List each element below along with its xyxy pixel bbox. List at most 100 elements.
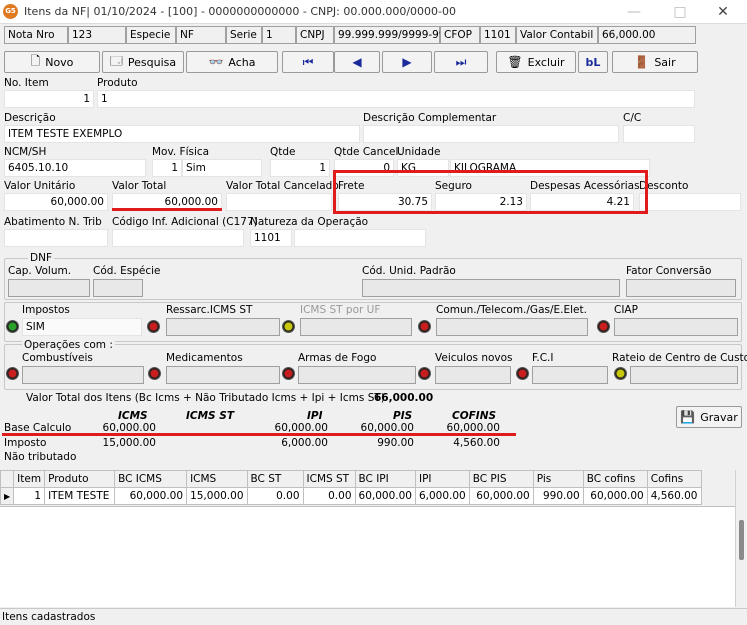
icms-header: ICMS [118, 410, 148, 422]
window-title: Itens da NF| 01/10/2024 - [100] - 000000… [24, 5, 456, 18]
last-record-button[interactable]: ⏭ [434, 51, 488, 73]
cod-unid-padrao-field[interactable] [362, 279, 620, 297]
rateio-label: Rateio de Centro de Custo [612, 352, 747, 364]
comun-telecom-field [436, 318, 588, 336]
desc-compl-label: Descrição Complementar [363, 112, 497, 124]
cod-inf-field[interactable] [112, 229, 244, 247]
impostos-field: SIM [22, 318, 142, 336]
valor-unitario-field[interactable]: 60,000.00 [4, 193, 108, 211]
cell-bc-pis[interactable]: 60,000.00 [468, 487, 534, 505]
cnpj-label: CNPJ [296, 26, 334, 44]
bl-button[interactable]: bL [578, 51, 608, 73]
valor-total-itens-value: 66,000.00 [374, 392, 434, 404]
cell-icms[interactable]: 15,000.00 [186, 487, 248, 505]
cell-produto[interactable]: ITEM TESTE [44, 487, 116, 505]
medicamentos-status-icon[interactable] [148, 367, 161, 380]
cell-cofins[interactable]: 4,560.00 [646, 487, 702, 505]
fator-conversao-field[interactable] [626, 279, 736, 297]
cell-pis[interactable]: 990.00 [532, 487, 584, 505]
valor-total-cancelado-field[interactable] [226, 193, 332, 211]
col-bc-ipi[interactable]: BC IPI [354, 470, 416, 488]
items-grid[interactable]: Item Produto BC ICMS ICMS BC ST ICMS ST … [0, 470, 702, 505]
armas-field [298, 366, 416, 384]
mov-fisica-code[interactable]: 1 [152, 159, 182, 177]
excluir-button[interactable]: 🗑 Excluir [496, 51, 576, 73]
col-icms[interactable]: ICMS [186, 470, 248, 488]
close-button[interactable]: ✕ [703, 2, 743, 22]
nota-label: Nota Nro [4, 26, 68, 44]
imposto-icms: 15,000.00 [102, 437, 156, 449]
especie-label: Especie [126, 26, 176, 44]
cell-bc-ipi[interactable]: 60,000.00 [354, 487, 416, 505]
combustiveis-status-icon[interactable] [6, 367, 19, 380]
comun-telecom-status-icon[interactable] [418, 320, 431, 333]
desconto-field[interactable] [639, 193, 741, 211]
cod-unid-padrao-label: Cód. Unid. Padrão [362, 265, 456, 277]
col-bc-st[interactable]: BC ST [246, 470, 304, 488]
col-ipi[interactable]: IPI [414, 470, 470, 488]
col-icms-st[interactable]: ICMS ST [302, 470, 356, 488]
col-produto[interactable]: Produto [44, 470, 116, 488]
cod-especie-label: Cód. Espécie [93, 265, 161, 277]
combustiveis-label: Combustíveis [22, 352, 93, 364]
cofins-header: COFINS [452, 410, 497, 422]
grid-indicator-header [0, 470, 15, 488]
cell-icms-st[interactable]: 0.00 [302, 487, 356, 505]
qtde-cancel-label: Qtde Cancel. [334, 146, 402, 158]
binoculars-icon: 👓 [208, 55, 224, 69]
cc-field[interactable] [623, 125, 695, 143]
rateio-status-icon[interactable] [614, 367, 627, 380]
cod-especie-field[interactable] [93, 279, 143, 297]
col-item[interactable]: Item [13, 470, 46, 488]
previous-record-button[interactable]: ◀ [334, 51, 380, 73]
fci-status-icon[interactable] [516, 367, 529, 380]
grid-empty-area [0, 506, 735, 607]
no-item-field[interactable]: 1 [4, 90, 94, 108]
first-record-button[interactable]: ⏮ [282, 51, 334, 73]
abatimento-field[interactable] [4, 229, 108, 247]
ressarc-status-icon[interactable] [147, 320, 160, 333]
cell-bc-icms[interactable]: 60,000.00 [114, 487, 188, 505]
col-bc-cofins[interactable]: BC cofins [582, 470, 648, 488]
cap-volum-field[interactable] [8, 279, 90, 297]
next-record-button[interactable]: ▶ [382, 51, 432, 73]
col-cofins[interactable]: Cofins [646, 470, 702, 488]
col-bc-pis[interactable]: BC PIS [468, 470, 534, 488]
scrollbar-thumb[interactable] [739, 520, 744, 560]
especie-value: NF [176, 26, 226, 44]
col-pis[interactable]: Pis [532, 470, 584, 488]
cell-bc-cofins[interactable]: 60,000.00 [582, 487, 648, 505]
novo-button[interactable]: 🗋 Novo [4, 51, 100, 73]
no-item-label: No. Item [4, 77, 49, 89]
qtde-field[interactable]: 1 [270, 159, 330, 177]
pesquisa-label: Pesquisa [127, 55, 177, 69]
icms-st-uf-status-icon[interactable] [282, 320, 295, 333]
valor-total-cancelado-label: Valor Total Cancelado [226, 180, 339, 192]
acha-button[interactable]: 👓 Acha [186, 51, 278, 73]
cell-bc-st[interactable]: 0.00 [246, 487, 304, 505]
armas-status-icon[interactable] [282, 367, 295, 380]
desc-compl-field[interactable] [363, 125, 619, 143]
col-bc-icms[interactable]: BC ICMS [114, 470, 188, 488]
natureza-code[interactable]: 1101 [250, 229, 292, 247]
impostos-status-icon[interactable] [6, 320, 19, 333]
gravar-button[interactable]: 💾 Gravar [676, 406, 742, 428]
ciap-status-icon[interactable] [597, 320, 610, 333]
grid-scrollbar[interactable] [735, 470, 747, 607]
veiculos-status-icon[interactable] [418, 367, 431, 380]
produto-field[interactable]: 1 [97, 90, 695, 108]
maximize-button[interactable]: □ [660, 2, 700, 22]
sair-button[interactable]: 🚪 Sair [612, 51, 698, 73]
minimize-button[interactable]: — [614, 2, 654, 22]
ncm-field[interactable]: 6405.10.10 [4, 159, 146, 177]
cell-item[interactable]: 1 [13, 487, 46, 505]
novo-label: Novo [45, 55, 74, 69]
imposto-pis: 990.00 [377, 437, 414, 449]
title-bar: G5 Itens da NF| 01/10/2024 - [100] - 000… [0, 0, 747, 24]
cod-inf-label: Código Inf. Adicional (C177) [112, 216, 258, 228]
combustiveis-field [22, 366, 144, 384]
pesquisa-button[interactable]: 🗔 Pesquisa [102, 51, 184, 73]
descricao-field[interactable]: ITEM TESTE EXEMPLO [4, 125, 360, 143]
cell-ipi[interactable]: 6,000.00 [414, 487, 470, 505]
table-row[interactable]: ▶ 1 ITEM TESTE 60,000.00 15,000.00 0.00 … [0, 487, 702, 505]
